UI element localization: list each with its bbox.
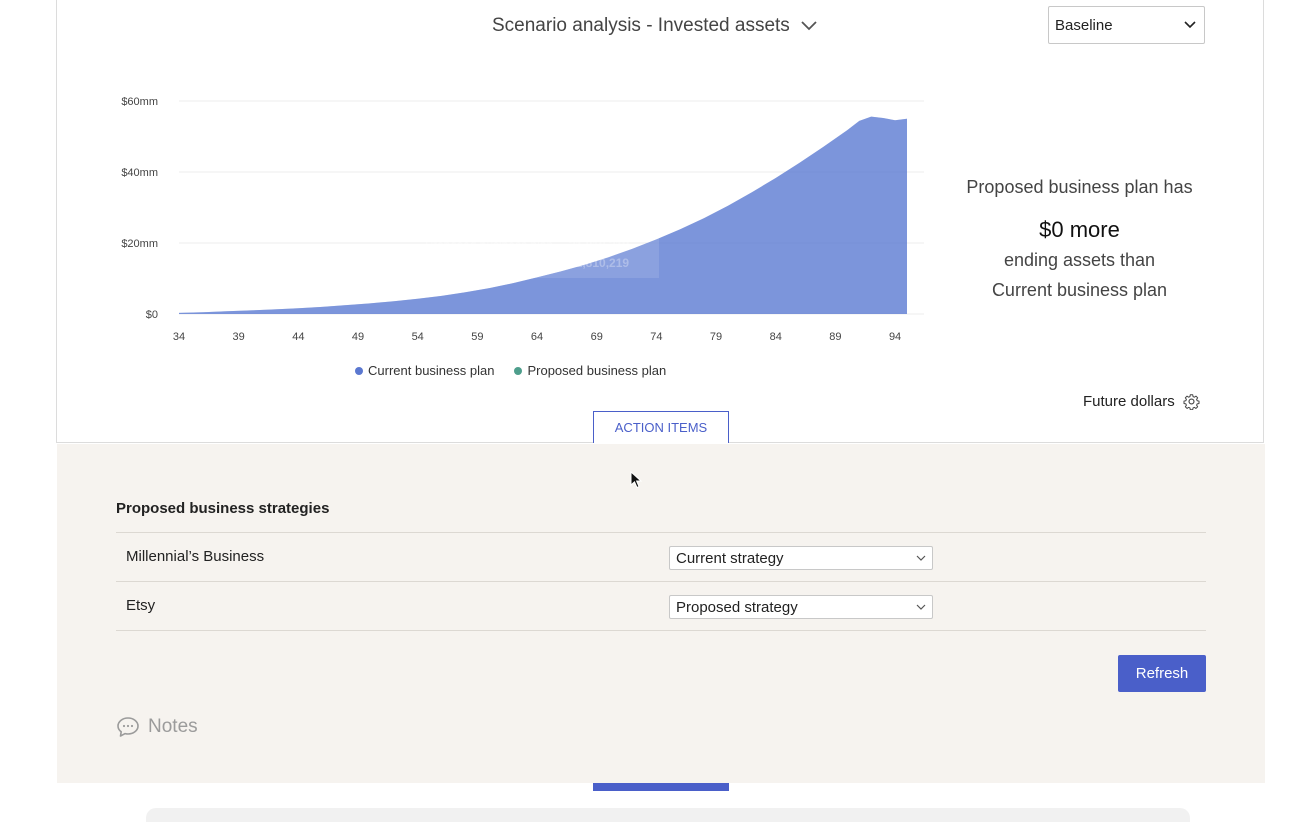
y-tick-label: $0 (146, 309, 158, 321)
legend-current[interactable]: Current business plan (355, 363, 494, 378)
scenario-panel: Scenario analysis - Invested assets Base… (56, 0, 1264, 443)
strategy-business-name: Millennial’s Business (126, 548, 265, 565)
tooltip-row-value: 21,810,219 (569, 256, 629, 270)
future-dollars-label: Future dollars (1083, 393, 1175, 410)
x-tick-label: 54 (412, 331, 424, 343)
y-tick-label: $60mm (121, 96, 158, 108)
gear-icon[interactable] (1183, 393, 1200, 410)
x-tick-label: 79 (710, 331, 722, 343)
legend-proposed[interactable]: Proposed business plan (514, 363, 666, 378)
strategy-business-name: Etsy (126, 597, 156, 614)
x-tick-label: 94 (889, 331, 901, 343)
strategies-section: Proposed business strategies Millennial’… (57, 444, 1265, 783)
future-dollars-setting[interactable]: Future dollars (1083, 393, 1200, 410)
refresh-button[interactable]: Refresh (1118, 655, 1206, 692)
x-tick-label: 89 (829, 331, 841, 343)
bottom-tab-indicator (593, 783, 729, 791)
notes-label: Notes (148, 716, 198, 737)
scenario-select-value: Baseline (1055, 16, 1113, 34)
y-tick-label: $40mm (121, 167, 158, 179)
tooltip-row-value: 21,810,219 (569, 238, 629, 252)
tooltip-row-label: Current business plan (425, 256, 542, 270)
x-tick-label: 49 (352, 331, 364, 343)
chevron-down-icon (916, 604, 926, 610)
summary-line-3: ending assets than (1003, 250, 1156, 270)
x-tick-label: 59 (471, 331, 483, 343)
x-tick-label: 74 (650, 331, 662, 343)
x-tick-label: 34 (173, 331, 185, 343)
scenario-select[interactable]: Baseline (1048, 6, 1205, 44)
notes-toggle[interactable]: Notes (116, 716, 198, 738)
comment-icon (117, 717, 139, 737)
summary-line-1: Proposed business plan has (966, 177, 1193, 197)
invested-assets-chart[interactable]: $0 $20mm $40mm $60mm 34 39 44 49 54 59 64 69 74 79 84 8… (57, 0, 937, 359)
chevron-down-icon (1184, 21, 1196, 29)
mouse-cursor-icon (630, 471, 642, 489)
action-items-tab[interactable]: ACTION ITEMS (593, 411, 729, 443)
x-tick-label: 64 (531, 331, 543, 343)
legend-proposed-label: Proposed business plan (527, 363, 667, 378)
strategy-row: Etsy Proposed strategy (116, 581, 1206, 629)
x-tick-label: 39 (233, 331, 245, 343)
y-tick-label: $20mm (121, 238, 158, 250)
x-tick-label: 44 (292, 331, 304, 343)
legend-dot-proposed (514, 366, 523, 375)
strategy-select[interactable]: Proposed strategy (669, 595, 933, 619)
strategy-select[interactable]: Current strategy (669, 546, 933, 570)
strategy-row: Millennial’s Business Current strategy (116, 532, 1206, 580)
x-tick-label: 69 (591, 331, 603, 343)
summary-line-4: Current business plan (991, 280, 1168, 300)
tooltip-row-label: Proposed business plan (425, 238, 553, 252)
legend-dot-current (355, 366, 363, 375)
strategy-select-value: Proposed strategy (676, 598, 798, 616)
area-proposed-business-plan (179, 116, 907, 314)
x-tick-label: 84 (770, 331, 782, 343)
row-divider (116, 630, 1206, 631)
tooltip-title: 75 (413, 223, 425, 235)
chevron-down-icon (916, 555, 926, 561)
summary-amount: $0 more (1039, 217, 1120, 242)
strategy-select-value: Current strategy (676, 549, 784, 567)
strategies-title: Proposed business strategies (116, 500, 330, 517)
chart-legend: Current business plan Proposed business … (355, 363, 666, 378)
legend-current-label: Current business plan (368, 363, 495, 378)
summary-block: Proposed business plan has $0 more endin… (937, 175, 1222, 305)
